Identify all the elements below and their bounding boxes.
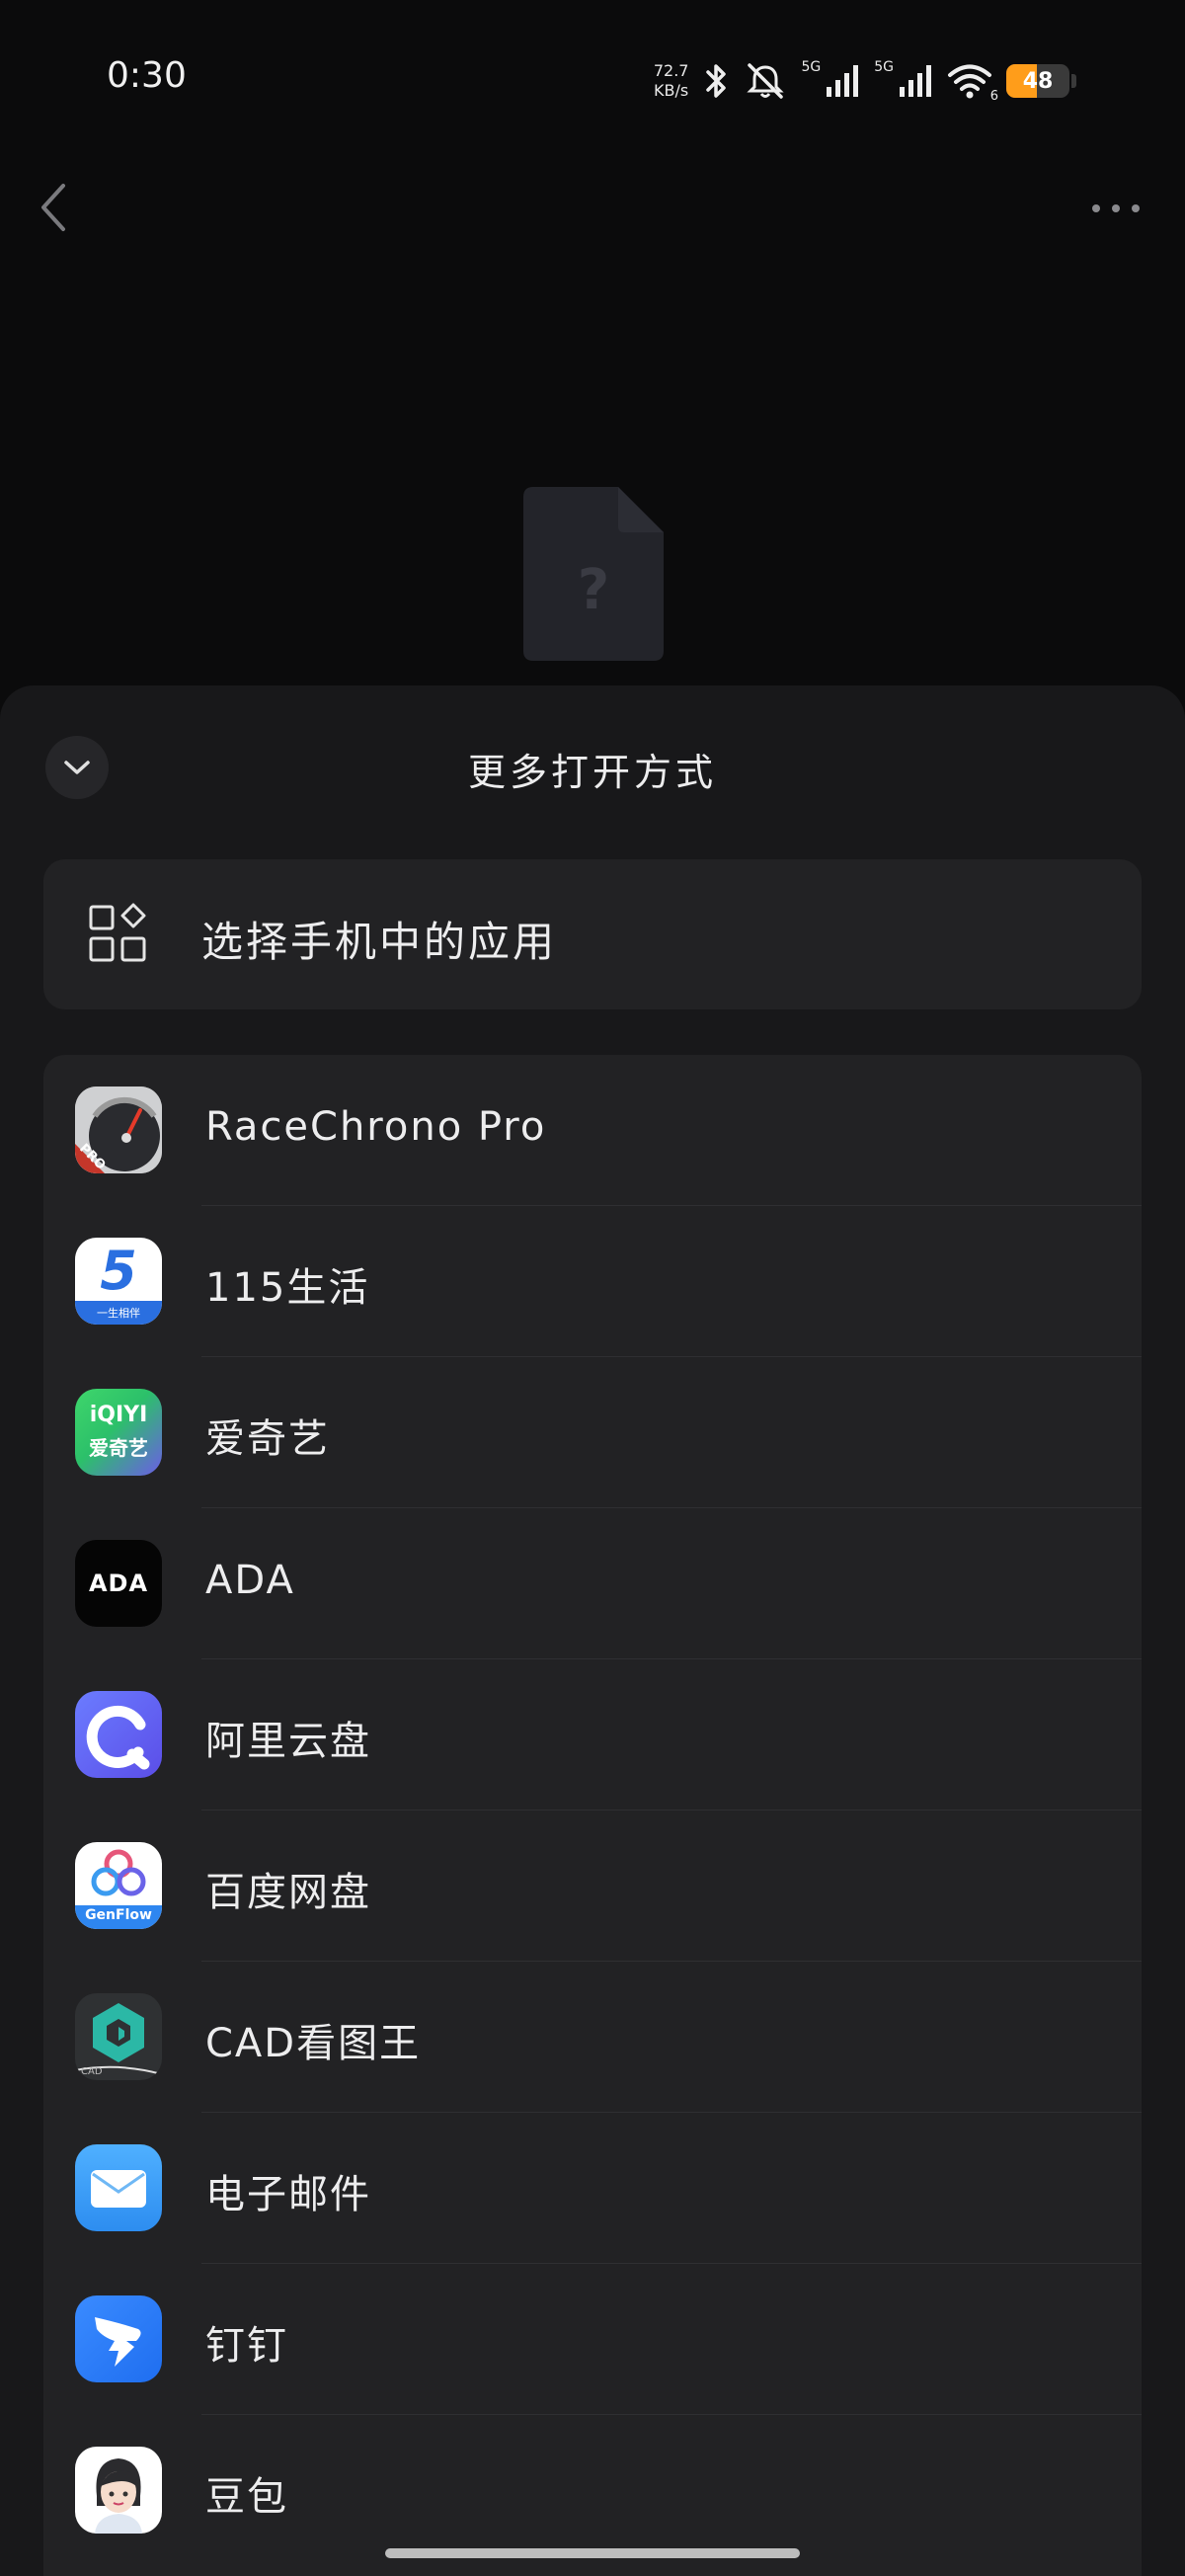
app-name: RaceChrono Pro bbox=[205, 1104, 547, 1150]
app-name: ADA bbox=[205, 1558, 295, 1603]
app-name: 115生活 bbox=[205, 1265, 370, 1311]
app-grid-icon bbox=[89, 903, 146, 962]
baidu-badge: GenFlow bbox=[85, 1907, 152, 1923]
open-with-sheet: 更多打开方式 选择手机中的应用 PRO RaceChrono Pro 5 一生相… bbox=[0, 685, 1185, 2576]
sim1-label: 5G bbox=[801, 59, 822, 75]
dingtalk-icon bbox=[75, 2295, 162, 2382]
email-icon bbox=[75, 2144, 162, 2231]
app-item-racechrono[interactable]: PRO RaceChrono Pro bbox=[43, 1055, 1142, 1206]
iqiyi-wordmark: iQIYI bbox=[89, 1403, 148, 1427]
ada-icon: ADA bbox=[75, 1540, 162, 1627]
more-dots-icon bbox=[1092, 204, 1140, 212]
baidu-netdisk-icon: GenFlow bbox=[75, 1842, 162, 1929]
choose-app-label: 选择手机中的应用 bbox=[201, 918, 558, 966]
app-item-doubao[interactable]: 豆包 bbox=[43, 2415, 1142, 2566]
wifi-label: 6 bbox=[989, 89, 998, 104]
signal-icon bbox=[898, 63, 933, 99]
app-item-aliyun-drive[interactable]: 阿里云盘 bbox=[43, 1659, 1142, 1811]
unknown-file-icon: ? bbox=[523, 487, 664, 661]
battery-icon: 48 bbox=[1006, 64, 1069, 98]
chevron-left-icon bbox=[41, 184, 65, 231]
cad-badge: CAD bbox=[81, 2066, 103, 2077]
aliyun-drive-icon bbox=[75, 1691, 162, 1778]
wifi-icon: 6 bbox=[947, 62, 998, 104]
sim2-label: 5G bbox=[874, 59, 894, 75]
home-indicator[interactable] bbox=[385, 2548, 800, 2558]
iqiyi-icon: iQIYI 爱奇艺 bbox=[75, 1389, 162, 1476]
clock: 0:30 bbox=[107, 55, 187, 96]
ada-logo: ADA bbox=[88, 1570, 149, 1597]
app-name: 豆包 bbox=[205, 2474, 288, 2520]
115-icon: 5 一生相伴 bbox=[75, 1238, 162, 1325]
more-options-button[interactable] bbox=[1086, 194, 1146, 223]
back-button[interactable] bbox=[36, 178, 71, 237]
app-item-115[interactable]: 5 一生相伴 115生活 bbox=[43, 1206, 1142, 1357]
network-speed-unit: KB/s bbox=[654, 81, 689, 100]
app-name: 阿里云盘 bbox=[205, 1719, 371, 1764]
battery-level: 48 bbox=[1022, 68, 1054, 94]
app-item-dingtalk[interactable]: 钉钉 bbox=[43, 2264, 1142, 2415]
115-slogan: 一生相伴 bbox=[97, 1307, 140, 1320]
choose-app-button[interactable]: 选择手机中的应用 bbox=[43, 859, 1142, 1009]
app-item-ada[interactable]: ADA ADA bbox=[43, 1508, 1142, 1659]
status-bar: 0:30 72.7 KB/s 5G 5G 6 48 bbox=[0, 0, 1185, 158]
app-name: 百度网盘 bbox=[205, 1870, 371, 1915]
unknown-file-mark: ? bbox=[577, 558, 610, 622]
app-name: 钉钉 bbox=[205, 2323, 288, 2369]
app-name: 电子邮件 bbox=[205, 2172, 371, 2217]
network-speed-value: 72.7 bbox=[653, 61, 689, 80]
battery-tip bbox=[1071, 74, 1076, 88]
app-name: 爱奇艺 bbox=[205, 1416, 330, 1462]
app-item-email[interactable]: 电子邮件 bbox=[43, 2113, 1142, 2264]
cad-icon: CAD bbox=[75, 1993, 162, 2080]
app-item-baidu-netdisk[interactable]: GenFlow 百度网盘 bbox=[43, 1811, 1142, 1962]
app-name: CAD看图王 bbox=[205, 2021, 422, 2066]
app-item-iqiyi[interactable]: iQIYI 爱奇艺 爱奇艺 bbox=[43, 1357, 1142, 1508]
app-list: PRO RaceChrono Pro 5 一生相伴 115生活 iQIYI 爱奇… bbox=[43, 1055, 1142, 2576]
sheet-header: 更多打开方式 bbox=[0, 685, 1185, 863]
bluetooth-icon bbox=[702, 61, 730, 101]
app-item-cad[interactable]: CAD CAD看图王 bbox=[43, 1962, 1142, 2113]
racechrono-icon: PRO bbox=[75, 1087, 162, 1173]
doubao-icon bbox=[75, 2447, 162, 2534]
sheet-title: 更多打开方式 bbox=[467, 751, 717, 794]
iqiyi-cn-wordmark: 爱奇艺 bbox=[89, 1436, 148, 1460]
network-speed: 72.7 KB/s bbox=[654, 61, 689, 101]
mute-bell-icon bbox=[744, 61, 787, 101]
signal-icon bbox=[825, 63, 860, 99]
115-number: 5 bbox=[100, 1240, 137, 1302]
status-icons: 72.7 KB/s 5G 5G 6 48 bbox=[654, 51, 1076, 111]
